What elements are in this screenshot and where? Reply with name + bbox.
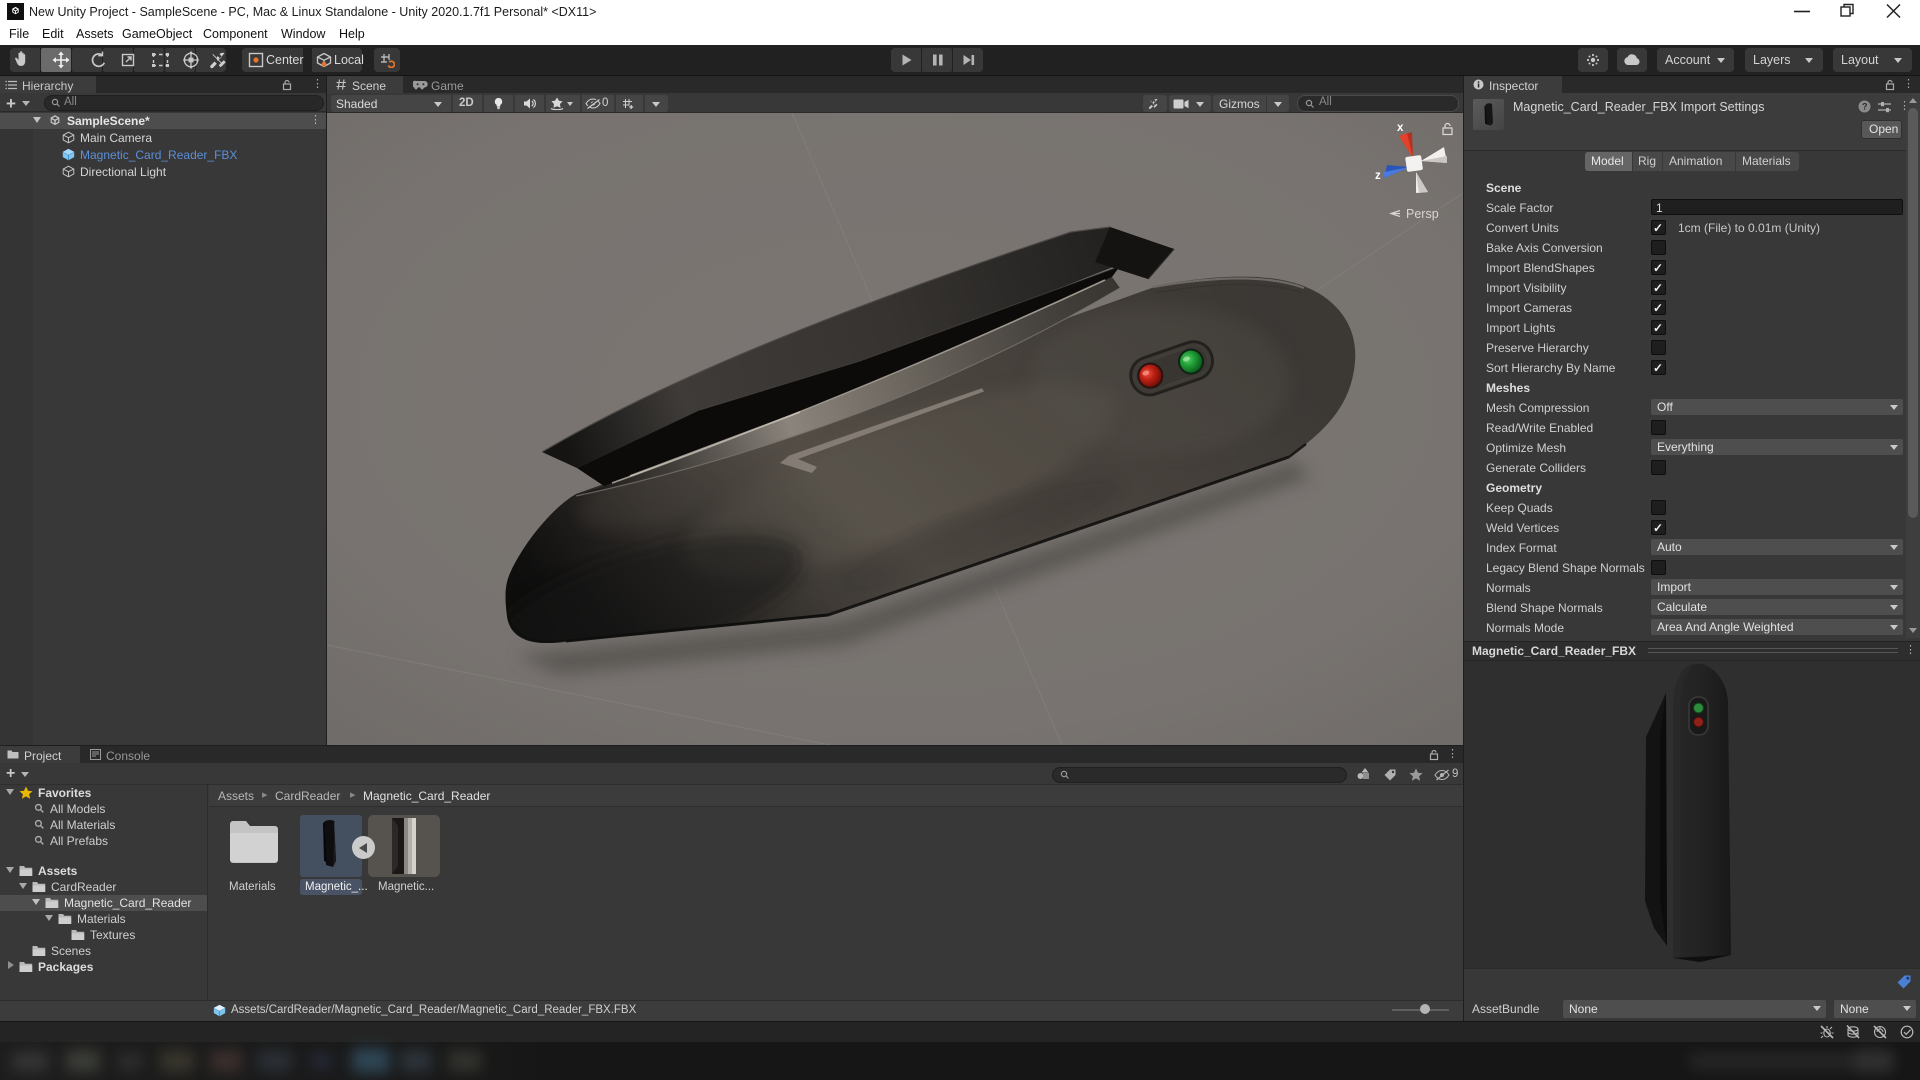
svg-text:x: x: [1397, 122, 1404, 134]
svg-text:z: z: [1375, 170, 1381, 182]
svg-text:Persp: Persp: [1406, 207, 1439, 221]
svg-text:?: ?: [1862, 102, 1868, 112]
